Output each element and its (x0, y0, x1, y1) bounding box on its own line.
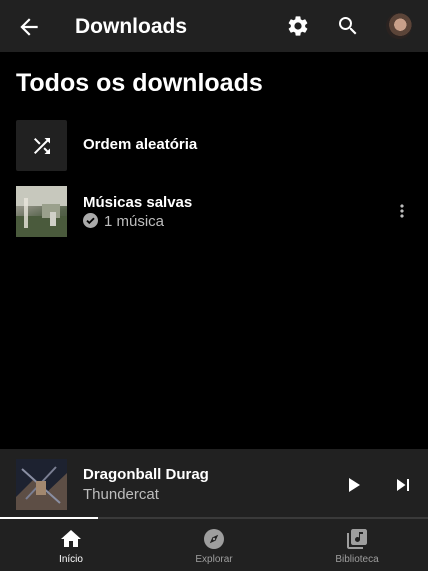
more-options-button[interactable] (392, 201, 412, 221)
nav-item-explore[interactable]: Explorar (143, 519, 285, 571)
album-art (16, 459, 67, 510)
now-playing-artwork (16, 459, 67, 510)
more-vert-icon (400, 204, 404, 218)
gear-icon (288, 16, 308, 36)
shuffle-thumbnail (16, 120, 67, 171)
back-button[interactable] (16, 14, 42, 40)
search-icon (339, 17, 357, 35)
bottom-navigation: Início Explorar Biblioteca (0, 519, 428, 571)
saved-songs-count: 1 música (104, 213, 165, 230)
arrow-left-icon (20, 18, 38, 36)
skip-next-icon (397, 479, 409, 491)
now-playing-artist: Thundercat (83, 486, 159, 503)
saved-songs-artwork (16, 186, 67, 237)
saved-songs-row[interactable]: Músicas salvas 1 música (0, 183, 428, 243)
nav-item-home[interactable]: Início (0, 519, 142, 571)
saved-songs-thumbnail (16, 186, 67, 237)
library-icon (347, 529, 367, 549)
saved-songs-label: Músicas salvas (83, 194, 193, 211)
nav-label-library: Biblioteca (335, 554, 379, 565)
next-track-button[interactable] (391, 473, 415, 497)
compass-icon (204, 529, 224, 549)
mini-player[interactable]: Dragonball Durag Thundercat (0, 449, 428, 519)
section-title: Todos os downloads (16, 69, 263, 97)
settings-button[interactable] (286, 14, 310, 38)
nav-item-library[interactable]: Biblioteca (286, 519, 428, 571)
saved-songs-subtitle: 1 música (83, 213, 164, 230)
shuffle-icon (34, 138, 50, 154)
account-avatar[interactable] (386, 13, 412, 39)
shuffle-all-row[interactable]: Ordem aleatória (0, 118, 428, 178)
shuffle-label: Ordem aleatória (83, 136, 198, 153)
nav-label-explore: Explorar (195, 554, 233, 565)
play-icon (349, 478, 360, 492)
home-icon (61, 530, 81, 547)
page-title: Downloads (75, 15, 188, 38)
top-app-bar: Downloads (0, 0, 428, 52)
search-button[interactable] (336, 14, 360, 38)
play-button[interactable] (341, 473, 365, 497)
nav-label-home: Início (59, 554, 83, 565)
downloaded-check-icon (83, 213, 98, 228)
now-playing-title: Dragonball Durag (83, 466, 209, 483)
